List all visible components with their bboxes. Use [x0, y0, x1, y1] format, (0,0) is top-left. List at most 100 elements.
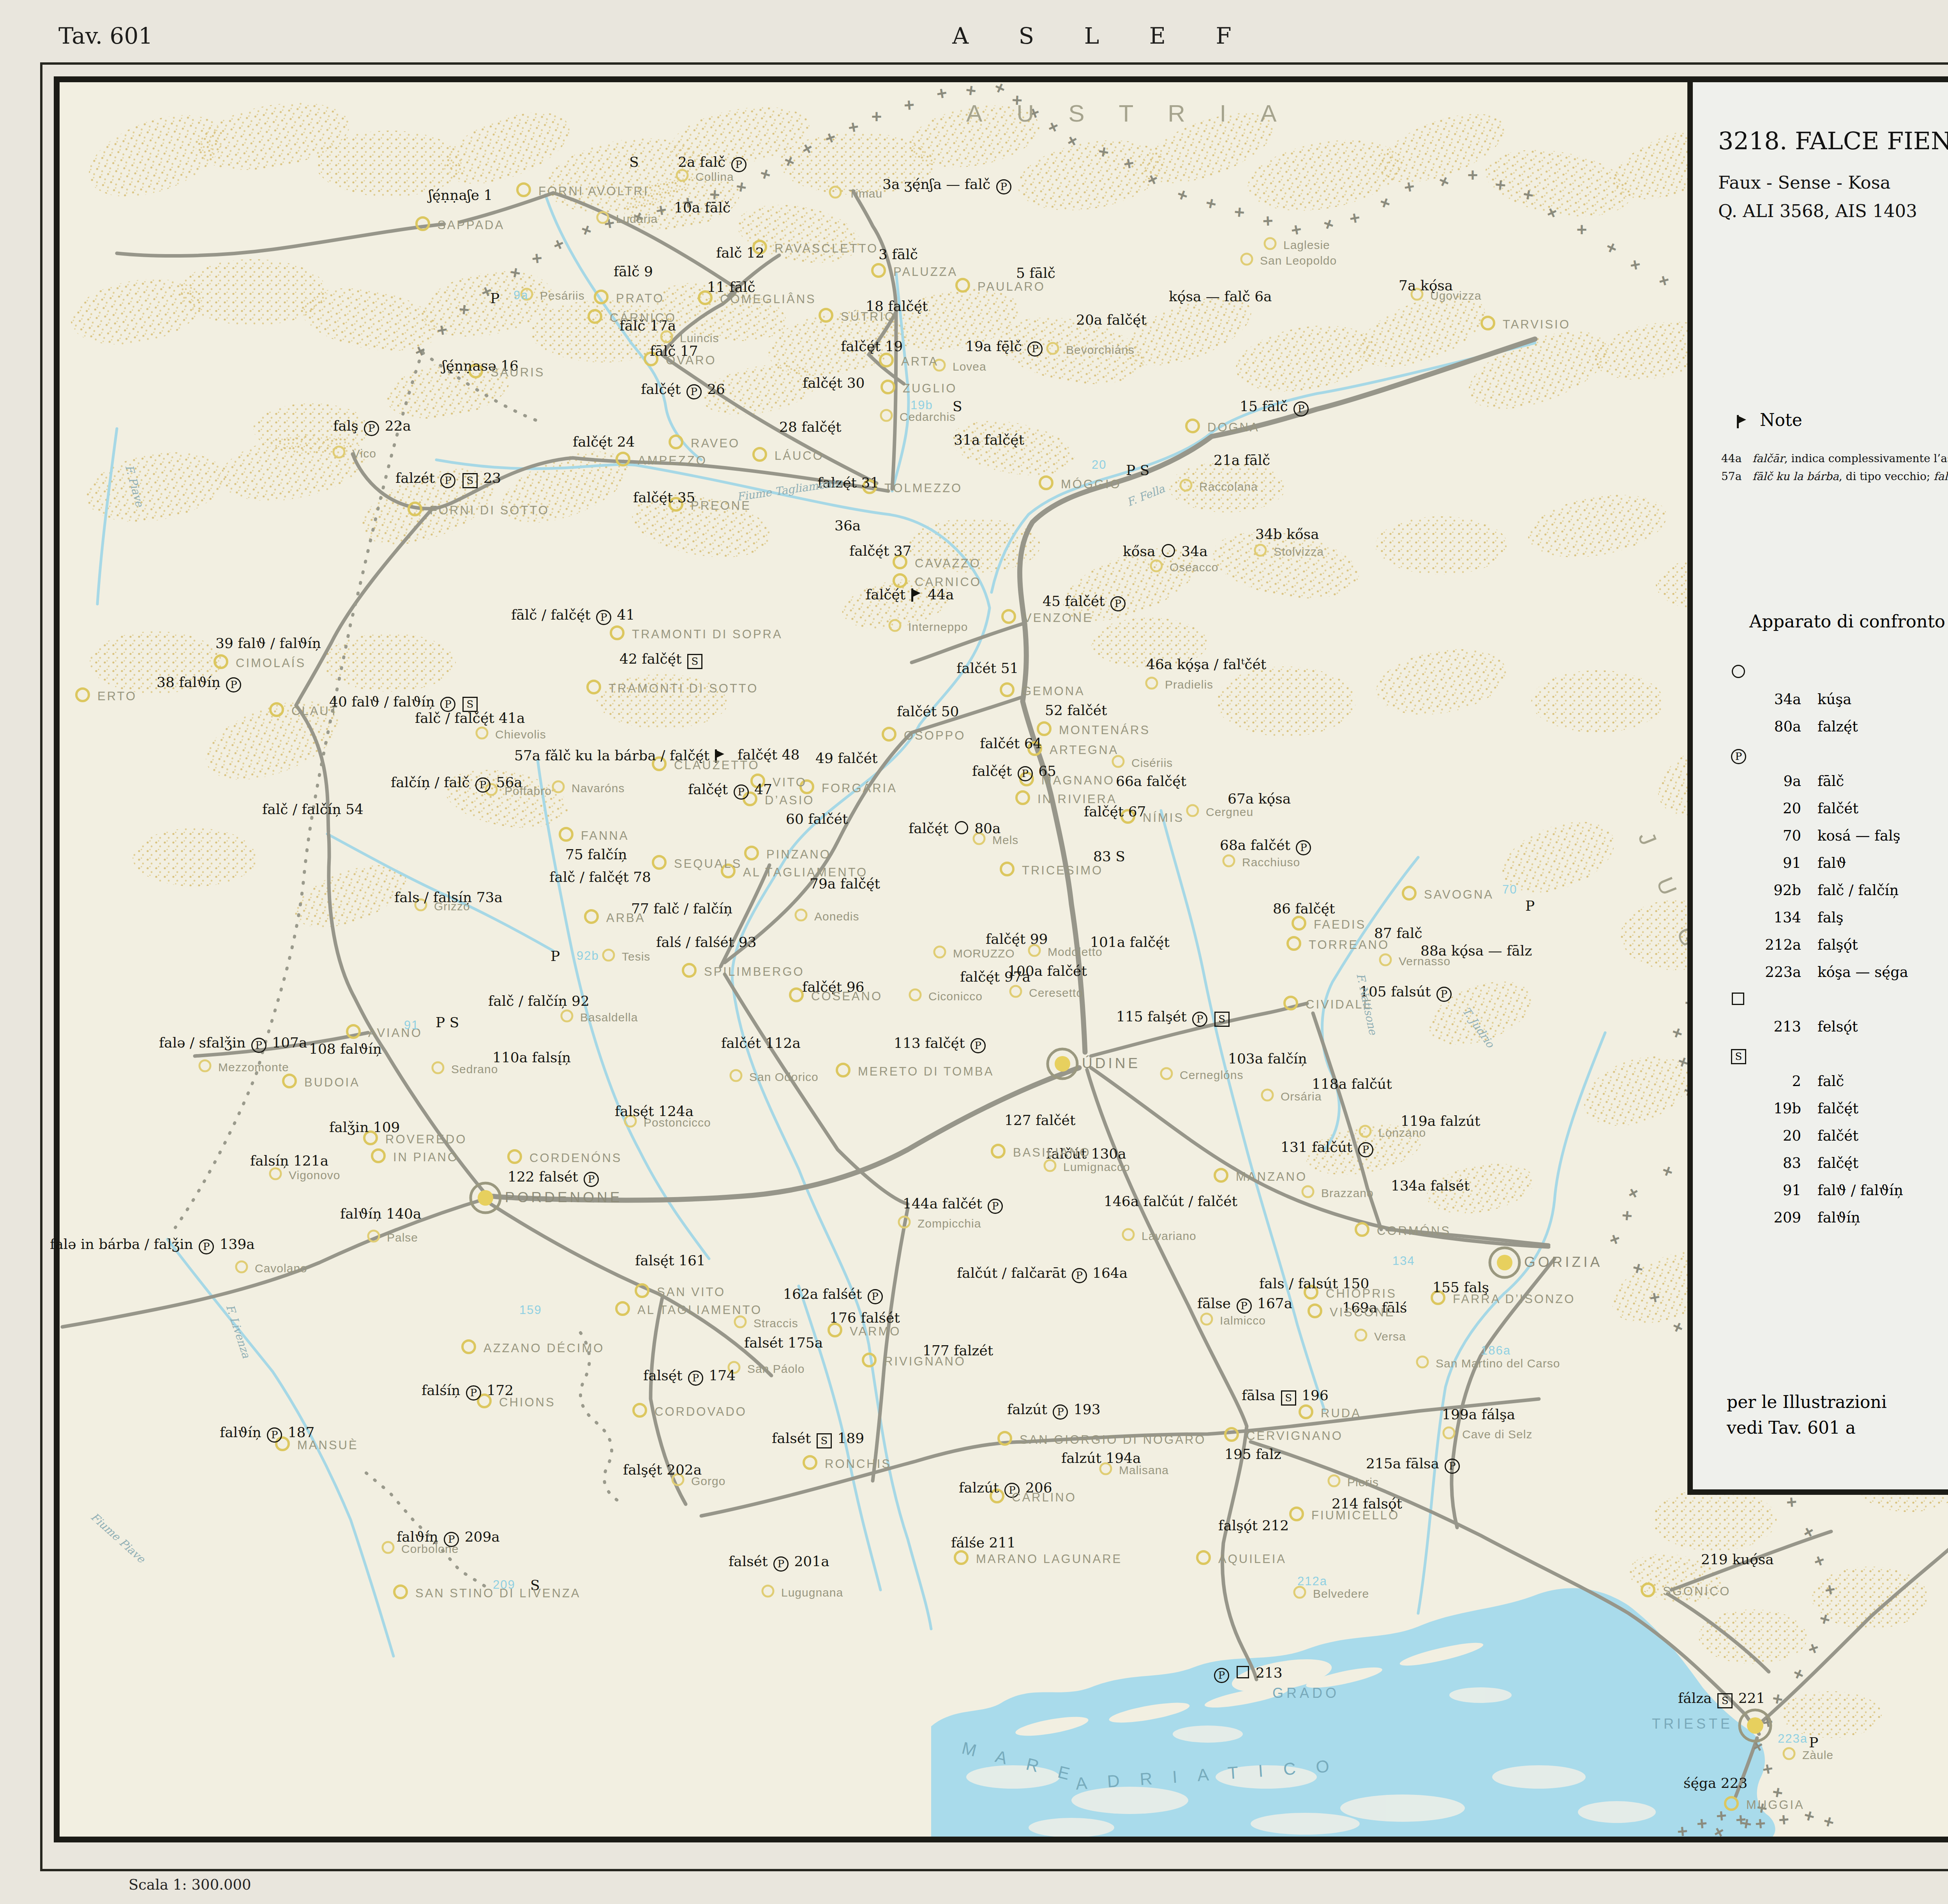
place-name: TARVISIO — [1503, 318, 1570, 332]
dialect-form-label: 144a falčét P — [903, 1196, 1004, 1214]
place-name: PALUZZA — [893, 265, 958, 279]
dialect-form-label: falč 12 — [716, 245, 764, 261]
dialect-form-label: P — [1525, 898, 1535, 914]
place-name: Mels — [992, 834, 1018, 847]
place-name: Malisana — [1119, 1464, 1169, 1477]
river-name: F. Piave — [123, 463, 146, 508]
dialect-form-label: 83 S — [1093, 848, 1125, 864]
place-name: ÚDINE — [1082, 1055, 1140, 1072]
place-name: Poffabro — [505, 784, 552, 798]
boxed-s-symbol: S — [1717, 1693, 1733, 1708]
dialect-form-label: 2a falč P — [678, 154, 748, 172]
place-name: MORUZZO — [953, 947, 1015, 960]
place-name: Lugugnana — [781, 1586, 843, 1599]
dialect-form-label: falčę́t 37 — [849, 543, 912, 559]
dialect-form-label: 46a kǫ́şa / falᵗčét — [1146, 656, 1266, 672]
circled-p-symbol: P — [868, 1289, 883, 1304]
dialect-form-label: fālsa S 196 — [1242, 1387, 1329, 1406]
place-name: GORIZIA — [1524, 1254, 1602, 1270]
place-name: CHIOPRIS — [1326, 1287, 1397, 1301]
place-name: VISCONE — [1330, 1305, 1395, 1319]
place-name: AL TAGLIAMENTO — [743, 865, 868, 880]
place-name: VITO — [773, 775, 807, 790]
place-name: Cedarchis — [900, 410, 956, 424]
place-name: AMPEZZO — [638, 454, 707, 468]
place-name: MAGNANO — [1041, 774, 1115, 788]
locality-number: 20 — [1092, 458, 1106, 472]
place-name: Straccis — [753, 1317, 798, 1330]
dialect-form-label: śę́ga 223 — [1683, 1775, 1747, 1791]
dialect-form-label: falsét S 189 — [772, 1430, 864, 1448]
dialect-form-label: falč / falčę́t 41a — [415, 710, 525, 726]
dialect-form-label: 122 falsét P — [508, 1169, 600, 1187]
dialect-form-label: 199a fálşa — [1442, 1406, 1515, 1422]
dialect-form-label: 77 falč / falčíņ — [631, 901, 732, 917]
place-name: Oseacco — [1170, 561, 1218, 574]
place-name: SPILIMBERGO — [704, 965, 805, 979]
circled-p-symbol: P — [988, 1199, 1003, 1214]
dialect-form-label: 118a falčút — [1312, 1076, 1392, 1092]
locality-number: 209 — [493, 1578, 515, 1592]
circled-p-symbol: P — [734, 784, 749, 800]
place-name: AZZANO DÉCIMO — [483, 1341, 604, 1355]
place-name: Belvedere — [1313, 1587, 1369, 1600]
dialect-form-label: 3a ʒę́nʃa — falč P — [882, 176, 1013, 194]
dialect-form-label: 5 fālč — [1016, 265, 1055, 281]
place-name: VENZONE — [1023, 611, 1093, 625]
dialect-form-label: ʃę́ṇṇaʃe 1 — [429, 187, 492, 203]
place-name: CARNICO — [915, 575, 981, 589]
place-name: San Odorico — [749, 1070, 819, 1084]
circled-p-symbol: P — [773, 1556, 789, 1572]
circled-p-symbol: P — [1053, 1404, 1068, 1420]
locality-number: 9a — [513, 288, 528, 302]
flag-symbol — [911, 588, 922, 602]
dialect-form-label: 195 falz — [1225, 1446, 1281, 1462]
dialect-form-label: falčę́t 30 — [803, 375, 865, 391]
dialect-form-label: 219 kuǫ́sa — [1701, 1551, 1774, 1567]
place-name: Ceresetto — [1029, 986, 1083, 1000]
dialect-form-label: falǝ in bárba / falǯin P 139a — [50, 1236, 255, 1254]
place-name: Ludária — [616, 212, 658, 226]
place-name: Stolvizza — [1274, 545, 1324, 558]
adriatico-label: ADRIATICO — [1075, 1755, 1350, 1793]
place-name: RAVEO — [691, 436, 740, 450]
place-name: CLAUT — [291, 704, 339, 718]
dialect-form-label: falsét 175a — [744, 1335, 823, 1351]
dialect-form-label: falčíņ / falč P 56a — [391, 774, 522, 793]
circled-p-symbol: P — [1018, 766, 1033, 781]
dialect-form-label: 20a falčę́t — [1076, 312, 1147, 328]
dialect-form-label: 21a fālč — [1214, 452, 1270, 468]
dialect-form-label: fálśe 211 — [951, 1535, 1016, 1551]
place-name: IN RIVIERA — [1038, 792, 1117, 806]
place-name: MARANO LAGUNARE — [976, 1552, 1122, 1566]
dialect-form-label: P — [1809, 1734, 1818, 1750]
place-name: MANSUÈ — [297, 1438, 358, 1452]
dialect-form-label: 28 falčę́t — [779, 419, 842, 435]
place-name: Vernasso — [1399, 955, 1450, 968]
place-name: Aonedis — [814, 910, 859, 923]
place-name: TRAMONTI DI SOPRA — [632, 627, 783, 641]
dialect-form-label: 134a falsét — [1391, 1178, 1470, 1194]
place-name: FORGÁRIA — [822, 781, 897, 795]
dialect-form-label: fālč 9 — [614, 263, 653, 279]
place-name: CARLINO — [1012, 1491, 1076, 1505]
dialect-form-label: fālse P 167a — [1197, 1295, 1292, 1314]
place-name: Raccolana — [1199, 480, 1258, 493]
locality-number: 223a — [1778, 1732, 1808, 1746]
dialect-form-label: 45 falčét P — [1043, 593, 1127, 611]
place-name: SEQUALS — [674, 857, 742, 871]
dialect-form-label: 31a falčę́t — [954, 432, 1024, 448]
boxed-s-symbol: S — [1214, 1012, 1230, 1027]
circled-p-symbol: P — [1436, 987, 1452, 1002]
place-name: Ciconicco — [928, 990, 983, 1003]
circled-p-symbol: P — [466, 1385, 481, 1401]
place-name: AL TAGLIAMENTO — [637, 1303, 762, 1317]
dialect-form-label: falčę́t P 26 — [641, 381, 725, 399]
circled-p-symbol: P — [1192, 1012, 1207, 1027]
locality-number: 70 — [1502, 883, 1517, 897]
place-name: Grizzo — [434, 900, 470, 913]
dialect-form-label: falčę́t 35 — [633, 489, 695, 505]
place-name: GEMONA — [1022, 684, 1085, 698]
place-name: SAPPADA — [438, 218, 505, 232]
place-name: TRIESTE — [1652, 1716, 1733, 1732]
